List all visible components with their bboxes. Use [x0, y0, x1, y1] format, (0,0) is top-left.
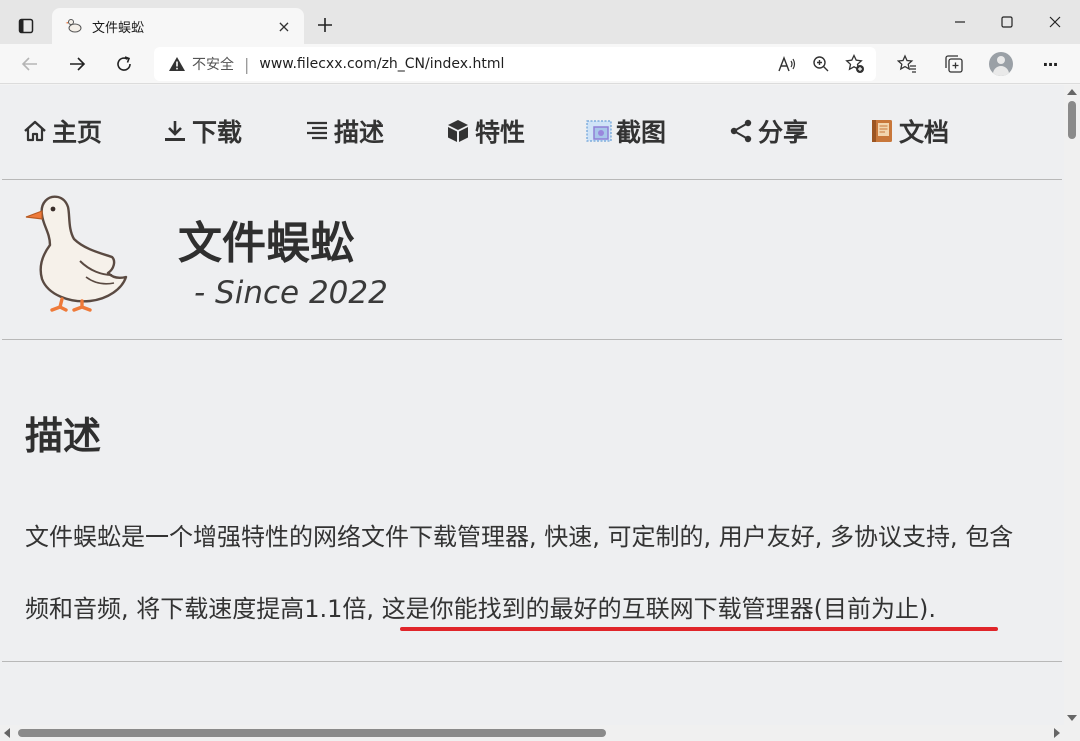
close-window-button[interactable]	[1032, 6, 1078, 38]
nav-label: 分享	[758, 118, 809, 147]
back-button[interactable]	[14, 48, 46, 80]
title-bar: 文件蜈蚣 ×	[0, 0, 1080, 44]
scroll-left-icon[interactable]	[4, 728, 10, 738]
tab-actions-icon	[18, 18, 34, 34]
highlight-underline	[400, 627, 998, 631]
active-tab[interactable]: 文件蜈蚣 ×	[52, 8, 304, 44]
vertical-scrollbar[interactable]	[1064, 85, 1080, 725]
tab-actions-button[interactable]	[12, 12, 40, 40]
scroll-up-icon[interactable]	[1067, 89, 1077, 95]
read-aloud-button[interactable]	[774, 52, 800, 76]
more-button[interactable]: ···	[1033, 48, 1067, 80]
collections-button[interactable]	[937, 48, 971, 80]
description-line-2: 频和音频, 将下载速度提高1.1倍, 这是你能找到的最好的互联网下载管理器(目前…	[25, 589, 936, 624]
collections-icon	[945, 55, 963, 73]
refresh-button[interactable]	[108, 48, 140, 80]
nav-item-docs[interactable]: 文档	[867, 113, 949, 149]
url-separator: |	[244, 54, 250, 74]
warning-icon	[169, 57, 185, 71]
new-tab-button[interactable]	[312, 12, 338, 38]
goose-logo-icon	[20, 189, 132, 313]
browser-window: 文件蜈蚣 × 不安全 | www.filecxx.com/zh_CN/index…	[0, 0, 1080, 741]
tab-close-icon[interactable]: ×	[272, 14, 296, 38]
nav-item-home[interactable]: 主页	[20, 113, 102, 149]
favorites-button[interactable]	[890, 48, 924, 80]
description-icon	[302, 116, 332, 146]
address-bar[interactable]: 不安全 | www.filecxx.com/zh_CN/index.html	[154, 47, 876, 81]
browser-toolbar: 不安全 | www.filecxx.com/zh_CN/index.html ·…	[0, 44, 1080, 84]
divider	[2, 179, 1062, 180]
refresh-icon	[117, 56, 131, 71]
scrollbar-corner	[1064, 725, 1080, 741]
nav-label: 下载	[192, 118, 243, 147]
horizontal-scroll-thumb[interactable]	[18, 729, 606, 737]
nav-item-features[interactable]: 特性	[443, 113, 525, 149]
nav-item-share[interactable]: 分享	[726, 113, 808, 149]
scroll-right-icon[interactable]	[1054, 728, 1060, 738]
horizontal-scrollbar[interactable]	[0, 725, 1064, 741]
download-icon	[160, 116, 190, 146]
add-favorite-button[interactable]	[842, 52, 868, 76]
url-text[interactable]: www.filecxx.com/zh_CN/index.html	[259, 56, 504, 72]
read-aloud-icon	[778, 56, 796, 72]
profile-icon	[989, 52, 1013, 76]
divider	[2, 661, 1062, 662]
nav-label: 主页	[52, 118, 103, 147]
cube-icon	[443, 116, 473, 146]
goose-favicon-icon	[64, 16, 84, 36]
page-viewport: 主页 下载 描述 特性 截图 分享 文档 文件蜈蚣 - Since 2022 描…	[0, 85, 1064, 725]
zoom-icon	[813, 56, 829, 72]
profile-button[interactable]	[984, 48, 1018, 80]
screenshot-icon	[584, 116, 614, 146]
nav-label: 特性	[475, 118, 526, 147]
close-icon	[1049, 16, 1061, 28]
brand-title: 文件蜈蚣	[178, 218, 354, 269]
divider	[2, 339, 1062, 340]
favorites-icon	[897, 54, 916, 73]
description-highlight: 这是你能找到的最好的互联网下载管理器(目前为止).	[381, 595, 937, 623]
insecure-label[interactable]: 不安全	[192, 54, 234, 74]
plus-icon	[318, 18, 332, 32]
description-line-1: 文件蜈蚣是一个增强特性的网络文件下载管理器, 快速, 可定制的, 用户友好, 多…	[25, 523, 1014, 551]
more-icon: ···	[1042, 54, 1058, 74]
section-title: 描述	[25, 414, 102, 458]
maximize-button[interactable]	[984, 6, 1030, 38]
nav-item-description[interactable]: 描述	[302, 113, 384, 149]
tab-title: 文件蜈蚣	[92, 20, 145, 36]
nav-item-screenshot[interactable]: 截图	[584, 113, 666, 149]
minimize-icon	[955, 21, 965, 23]
site-navigation: 主页 下载 描述 特性 截图 分享 文档	[0, 85, 1064, 179]
home-icon	[20, 116, 50, 146]
nav-label: 文档	[899, 118, 950, 147]
book-icon	[867, 116, 897, 146]
nav-item-download[interactable]: 下载	[160, 113, 242, 149]
back-arrow-icon	[21, 57, 37, 71]
maximize-icon	[1001, 16, 1013, 28]
forward-button[interactable]	[61, 48, 93, 80]
minimize-button[interactable]	[937, 6, 983, 38]
vertical-scroll-thumb[interactable]	[1068, 101, 1076, 139]
brand-subtitle: - Since 2022	[194, 275, 388, 311]
forward-arrow-icon	[70, 57, 86, 71]
description-text: 频和音频, 将下载速度提高1.1倍,	[25, 595, 382, 623]
zoom-button[interactable]	[808, 52, 834, 76]
favorite-add-icon	[845, 54, 864, 73]
nav-label: 截图	[616, 118, 667, 147]
share-icon	[726, 116, 756, 146]
nav-label: 描述	[334, 118, 385, 147]
scroll-down-icon[interactable]	[1067, 715, 1077, 721]
address-bar-actions	[774, 52, 868, 76]
